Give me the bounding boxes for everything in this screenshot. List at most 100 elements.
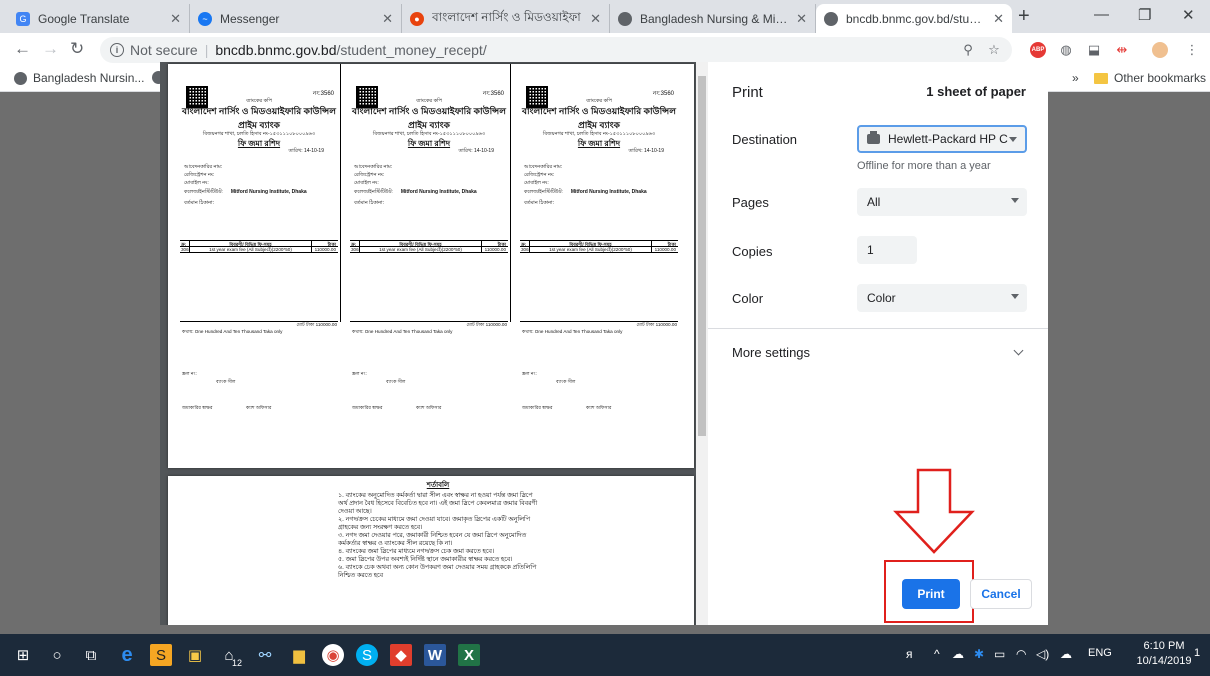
close-tab-icon[interactable]: ✕: [382, 11, 393, 27]
registration-label: রেজিস্ট্রেশন নং:: [354, 172, 385, 178]
extension-icon[interactable]: ⇹: [1114, 42, 1130, 58]
info-icon[interactable]: i: [110, 43, 124, 57]
col-amount: টাকা: [667, 242, 676, 247]
receipt-date: তারিখ: 14-10-19: [458, 148, 494, 154]
depositor-sign-label: জমাকারির স্বাক্ষর: [352, 405, 383, 410]
chevron-down-icon[interactable]: [1013, 345, 1024, 356]
word-icon[interactable]: W: [424, 644, 446, 666]
restore-icon[interactable]: ❐: [1138, 6, 1151, 24]
tab-messenger[interactable]: ~ Messenger ✕: [190, 4, 402, 33]
globe-icon: [14, 71, 27, 85]
print-button[interactable]: Print: [902, 579, 960, 609]
close-tab-icon[interactable]: ✕: [993, 11, 1004, 27]
edge-icon[interactable]: e: [116, 644, 138, 666]
sublime-icon[interactable]: S: [150, 644, 172, 666]
address-label: বর্তমান ঠিকানা:: [184, 200, 215, 206]
scrollbar-thumb[interactable]: [698, 76, 706, 436]
amount-in-words: কথায়: One Hundred And Ten Thousand Taka…: [182, 329, 283, 334]
close-tab-icon[interactable]: ✕: [796, 11, 807, 27]
more-settings-toggle[interactable]: More settings: [732, 345, 810, 360]
cloud-tray-icon[interactable]: ☁: [952, 647, 964, 661]
back-icon[interactable]: ←: [14, 39, 31, 59]
pages-select[interactable]: All: [857, 188, 1027, 216]
url-host: bncdb.bnmc.gov.bd: [215, 42, 337, 58]
notification-center[interactable]: 1: [1194, 647, 1200, 659]
network-app-icon[interactable]: ⚯: [254, 644, 276, 666]
bluetooth-icon[interactable]: ✱: [974, 647, 984, 661]
preview-scrollbar[interactable]: [696, 62, 708, 625]
language-indicator[interactable]: ENG: [1088, 647, 1112, 659]
dropdown-caret-icon: [1011, 198, 1019, 203]
institute-row: কলেজ/ইনস্টিটিউট: Mitford Nursing Institut…: [184, 189, 307, 197]
copies-label: Copies: [732, 244, 773, 259]
search-icon[interactable]: ○: [46, 644, 68, 666]
color-select[interactable]: Color: [857, 284, 1027, 312]
extension-icon[interactable]: ⬓: [1086, 42, 1102, 58]
destination-select[interactable]: Hewlett-Packard HP C: [857, 125, 1027, 153]
forward-icon[interactable]: →: [42, 39, 59, 59]
new-tab-icon[interactable]: +: [1018, 6, 1030, 26]
show-hidden-icons[interactable]: ^: [934, 647, 940, 661]
clock-date: 10/14/2019: [1136, 655, 1192, 667]
excel-icon[interactable]: X: [458, 644, 480, 666]
adblock-icon[interactable]: ABP: [1030, 42, 1046, 58]
pages-label: Pages: [732, 195, 769, 210]
tab-bnmc-english[interactable]: Bangladesh Nursing & Midwife ✕: [610, 4, 816, 33]
tab-title: Google Translate: [38, 11, 130, 26]
tab-active-receipt[interactable]: bncdb.bnmc.gov.bd/student_m ✕: [816, 4, 1012, 33]
menu-icon[interactable]: ⋮: [1184, 42, 1200, 58]
total-amount: মোট টাকা 110000.00: [636, 322, 677, 327]
bookmarks-overflow[interactable]: »: [1072, 71, 1079, 85]
receipt-copy: নং:3560 ব্যাংকের কপি বাংলাদেশ নার্সিং ও …: [350, 64, 508, 468]
bookmark-star-icon[interactable]: ☆: [986, 42, 1002, 58]
mobile-label: মোবাইল নং:: [184, 180, 209, 186]
bookmark-bnmc[interactable]: Bangladesh Nursin...: [14, 71, 144, 85]
battery-icon[interactable]: ▭: [994, 647, 1005, 661]
bank-seal-label: ব্যাংক সীল: [386, 379, 406, 384]
table-row: 306 1st year exam fee (All Subject)(2200*…: [180, 247, 338, 253]
institute-label: কলেজ/ইনস্টিটিউট:: [524, 189, 563, 195]
destination-status: Offline for more than a year: [857, 160, 991, 172]
wifi-icon[interactable]: ◠: [1016, 647, 1026, 661]
people-tray-icon[interactable]: ᴙ: [906, 647, 913, 661]
copies-input[interactable]: 1: [857, 236, 917, 264]
institute-label: কলেজ/ইনস্টিটিউট:: [184, 189, 223, 195]
tab-bnmc-bangla[interactable]: ● বাংলাদেশ নার্সিং ও মিডওয়াইফা ✕: [402, 4, 610, 33]
reload-icon[interactable]: ↻: [70, 39, 84, 59]
col-desc: বিবরণী/ বিভিন্ন ফি-সমূহ: [530, 241, 652, 247]
institute-name: Mitford Nursing Institute, Dhaka: [570, 189, 647, 195]
other-bookmarks[interactable]: Other bookmarks: [1094, 71, 1206, 85]
address-label: বর্তমান ঠিকানা:: [524, 200, 555, 206]
volume-icon[interactable]: ◁): [1036, 647, 1049, 661]
profile-avatar[interactable]: [1152, 42, 1168, 58]
cancel-button[interactable]: Cancel: [970, 579, 1032, 609]
store-icon[interactable]: ▣: [184, 644, 206, 666]
anydesk-icon[interactable]: ◆: [390, 644, 412, 666]
color-value: Color: [867, 291, 896, 305]
terms-heading: শর্তাবলি: [426, 482, 450, 489]
onedrive-icon[interactable]: ☁: [1060, 647, 1072, 661]
clock[interactable]: 6:10 PM 10/14/2019: [1136, 639, 1192, 669]
receipt-date: তারিখ: 14-10-19: [628, 148, 664, 154]
institute-row: কলেজ/ইনস্টিটিউট: Mitford Nursing Institut…: [354, 189, 477, 197]
col-no: ক্র:: [350, 241, 360, 247]
institute-name: Mitford Nursing Institute, Dhaka: [230, 189, 307, 195]
close-tab-icon[interactable]: ✕: [170, 11, 181, 27]
window-close-icon[interactable]: ✕: [1182, 6, 1195, 24]
minimize-icon[interactable]: —: [1094, 6, 1109, 23]
table-row: 306 1st year exam fee (All Subject)(2200*…: [350, 247, 508, 253]
institute-name: Mitford Nursing Institute, Dhaka: [400, 189, 477, 195]
address-bar[interactable]: i Not secure | bncdb.bnmc.gov.bd/student…: [100, 37, 1012, 63]
task-view-icon[interactable]: ⧉: [80, 644, 102, 666]
col-desc: বিবরণী/ বিভিন্ন ফি-সমূহ: [190, 241, 312, 247]
chrome-icon[interactable]: ◉: [322, 644, 344, 666]
print-preview[interactable]: নং:3560 ব্যাংকের কপি বাংলাদেশ নার্সিং ও …: [160, 62, 708, 625]
file-explorer-icon[interactable]: ▆: [288, 644, 310, 666]
skype-icon[interactable]: S: [356, 644, 378, 666]
close-tab-icon[interactable]: ✕: [590, 11, 601, 27]
tab-google-translate[interactable]: G Google Translate ✕: [8, 4, 190, 33]
tab-strip: G Google Translate ✕ ~ Messenger ✕ ● বাং…: [0, 0, 1210, 33]
windows-start-icon[interactable]: ⊞: [12, 644, 34, 666]
extension-icon[interactable]: ◍: [1058, 42, 1074, 58]
zoom-icon[interactable]: ⚲: [960, 42, 976, 58]
